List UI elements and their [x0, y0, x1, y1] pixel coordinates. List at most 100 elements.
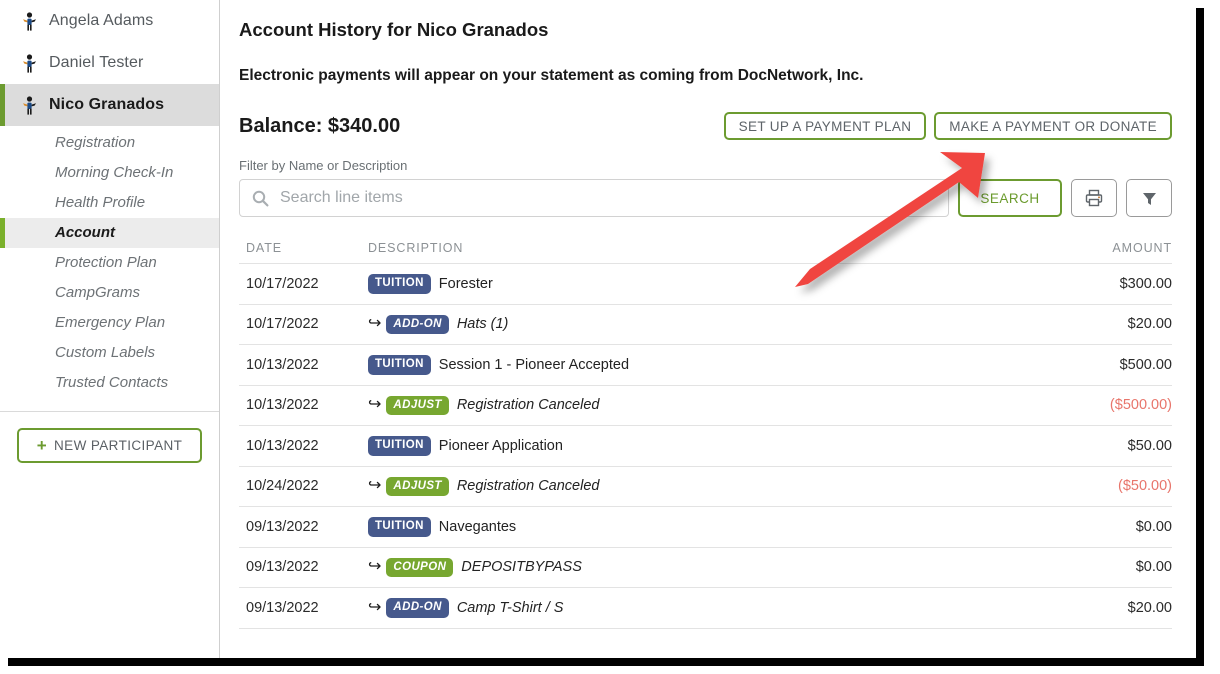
cell-amount: $500.00	[1042, 344, 1172, 386]
participant-list: Angela Adams Daniel Tester Nico Granados	[0, 0, 219, 126]
table-row[interactable]: 09/13/2022 ↪ COUPON DEPOSITBYPASS $0.00	[239, 547, 1172, 588]
search-icon	[252, 190, 269, 206]
sidebar-item-account[interactable]: Account	[0, 218, 219, 248]
column-header-date: DATE	[239, 241, 368, 264]
description-wrapper: TUITION Navegantes	[368, 517, 1042, 537]
type-badge: ADJUST	[386, 395, 449, 415]
sidebar-divider	[0, 411, 219, 412]
participant-subnav: Registration Morning Check-In Health Profi…	[0, 128, 219, 398]
description-text: Registration Canceled	[456, 478, 600, 495]
participant-item[interactable]: Nico Granados	[0, 84, 219, 126]
sidebar-item-health-profile[interactable]: Health Profile	[0, 188, 219, 218]
table-row[interactable]: 10/13/2022 TUITION Session 1 - Pioneer Acc…	[239, 344, 1172, 386]
description-text: Hats (1)	[456, 316, 509, 333]
main-content: Account History for Nico Granados Electr…	[221, 0, 1196, 658]
participant-item[interactable]: Daniel Tester	[0, 42, 219, 84]
description-wrapper: TUITION Pioneer Application	[368, 436, 1042, 456]
sub-item-arrow-icon: ↪	[368, 396, 382, 414]
sidebar-item-registration[interactable]: Registration	[0, 128, 219, 158]
description-wrapper: ↪ ADJUST Registration Canceled	[368, 395, 1042, 415]
sub-item-arrow-icon: ↪	[368, 315, 382, 333]
sub-item-arrow-icon: ↪	[368, 598, 382, 616]
table-row[interactable]: 09/13/2022 ↪ ADD-ON Camp T-Shirt / S $20.00	[239, 587, 1172, 629]
balance-action-buttons: SET UP A PAYMENT PLAN MAKE A PAYMENT OR …	[723, 112, 1172, 140]
sidebar: Angela Adams Daniel Tester Nico Granados R…	[0, 0, 220, 658]
participant-name: Angela Adams	[49, 12, 154, 29]
type-badge: ADD-ON	[386, 598, 449, 618]
column-header-amount: AMOUNT	[1042, 241, 1172, 264]
funnel-icon	[1142, 192, 1156, 205]
balance-row: Balance: $340.00 SET UP A PAYMENT PLAN M…	[239, 112, 1172, 140]
cell-description: TUITION Session 1 - Pioneer Accepted	[368, 344, 1042, 386]
cell-description: ↪ COUPON DEPOSITBYPASS	[368, 547, 1042, 588]
cell-description: ↪ ADD-ON Hats (1)	[368, 304, 1042, 345]
cell-date: 10/17/2022	[239, 304, 368, 345]
cell-amount: $0.00	[1042, 506, 1172, 548]
person-icon	[23, 53, 36, 73]
participant-name: Nico Granados	[49, 96, 165, 113]
app-window: Angela Adams Daniel Tester Nico Granados R…	[0, 0, 1196, 658]
sidebar-item-protection-plan[interactable]: Protection Plan	[0, 248, 219, 278]
set-up-payment-plan-button[interactable]: SET UP A PAYMENT PLAN	[723, 112, 927, 140]
description-wrapper: TUITION Session 1 - Pioneer Accepted	[368, 355, 1042, 375]
type-badge: TUITION	[368, 274, 431, 294]
print-button[interactable]	[1071, 179, 1117, 217]
description-wrapper: ↪ ADJUST Registration Canceled	[368, 476, 1042, 496]
search-input[interactable]	[278, 188, 936, 208]
column-header-description: DESCRIPTION	[368, 241, 1042, 264]
description-text: Forester	[438, 275, 493, 292]
table-row[interactable]: 09/13/2022 TUITION Navegantes $0.00	[239, 506, 1172, 548]
description-text: Pioneer Application	[438, 437, 563, 454]
type-badge: TUITION	[368, 355, 431, 375]
sub-item-arrow-icon: ↪	[368, 558, 382, 576]
type-badge: TUITION	[368, 436, 431, 456]
description-text: Session 1 - Pioneer Accepted	[438, 356, 630, 373]
description-wrapper: ↪ ADD-ON Hats (1)	[368, 314, 1042, 334]
type-badge: ADD-ON	[386, 314, 449, 334]
cell-date: 09/13/2022	[239, 587, 368, 629]
printer-icon	[1085, 189, 1103, 207]
search-box[interactable]	[239, 179, 949, 217]
person-icon	[23, 11, 36, 31]
person-icon	[23, 95, 36, 115]
description-text: Registration Canceled	[456, 397, 600, 414]
description-wrapper: ↪ ADD-ON Camp T-Shirt / S	[368, 598, 1042, 618]
table-row[interactable]: 10/13/2022 TUITION Pioneer Application $50.…	[239, 425, 1172, 467]
sidebar-item-trusted-contacts[interactable]: Trusted Contacts	[0, 368, 219, 398]
table-header-row: DATE DESCRIPTION AMOUNT	[239, 241, 1172, 264]
description-text: Camp T-Shirt / S	[456, 599, 564, 616]
cell-amount: $20.00	[1042, 304, 1172, 345]
cell-date: 10/13/2022	[239, 344, 368, 386]
filter-label: Filter by Name or Description	[239, 158, 408, 173]
sub-item-arrow-icon: ↪	[368, 477, 382, 495]
search-button[interactable]: SEARCH	[958, 179, 1062, 217]
table-row[interactable]: 10/13/2022 ↪ ADJUST Registration Canceled ($…	[239, 385, 1172, 426]
participant-name: Daniel Tester	[49, 54, 144, 71]
payment-notice: Electronic payments will appear on your …	[239, 67, 864, 84]
sidebar-item-morning-check-in[interactable]: Morning Check-In	[0, 158, 219, 188]
participant-item[interactable]: Angela Adams	[0, 0, 219, 42]
ledger-table: DATE DESCRIPTION AMOUNT 10/17/2022 TUITIO…	[239, 241, 1172, 629]
make-a-payment-or-donate-button[interactable]: MAKE A PAYMENT OR DONATE	[934, 112, 1172, 140]
table-row[interactable]: 10/24/2022 ↪ ADJUST Registration Canceled ($…	[239, 466, 1172, 507]
sidebar-item-emergency-plan[interactable]: Emergency Plan	[0, 308, 219, 338]
type-badge: COUPON	[386, 557, 454, 577]
cell-description: TUITION Forester	[368, 263, 1042, 305]
cell-date: 10/24/2022	[239, 466, 368, 507]
sidebar-item-campgrams[interactable]: CampGrams	[0, 278, 219, 308]
table-row[interactable]: 10/17/2022 ↪ ADD-ON Hats (1) $20.00	[239, 304, 1172, 345]
sidebar-item-custom-labels[interactable]: Custom Labels	[0, 338, 219, 368]
new-participant-button[interactable]: + NEW PARTICIPANT	[17, 428, 202, 463]
description-text: DEPOSITBYPASS	[461, 559, 582, 576]
table-row[interactable]: 10/17/2022 TUITION Forester $300.00	[239, 263, 1172, 305]
description-wrapper: TUITION Forester	[368, 274, 1042, 294]
cell-description: TUITION Navegantes	[368, 506, 1042, 548]
search-row: SEARCH	[239, 179, 1172, 217]
description-wrapper: ↪ COUPON DEPOSITBYPASS	[368, 557, 1042, 577]
cell-description: TUITION Pioneer Application	[368, 425, 1042, 467]
cell-amount: $300.00	[1042, 263, 1172, 305]
cell-description: ↪ ADD-ON Camp T-Shirt / S	[368, 587, 1042, 629]
filter-button[interactable]	[1126, 179, 1172, 217]
screenshot-root: Angela Adams Daniel Tester Nico Granados R…	[0, 0, 1220, 674]
plus-icon: +	[36, 436, 48, 455]
